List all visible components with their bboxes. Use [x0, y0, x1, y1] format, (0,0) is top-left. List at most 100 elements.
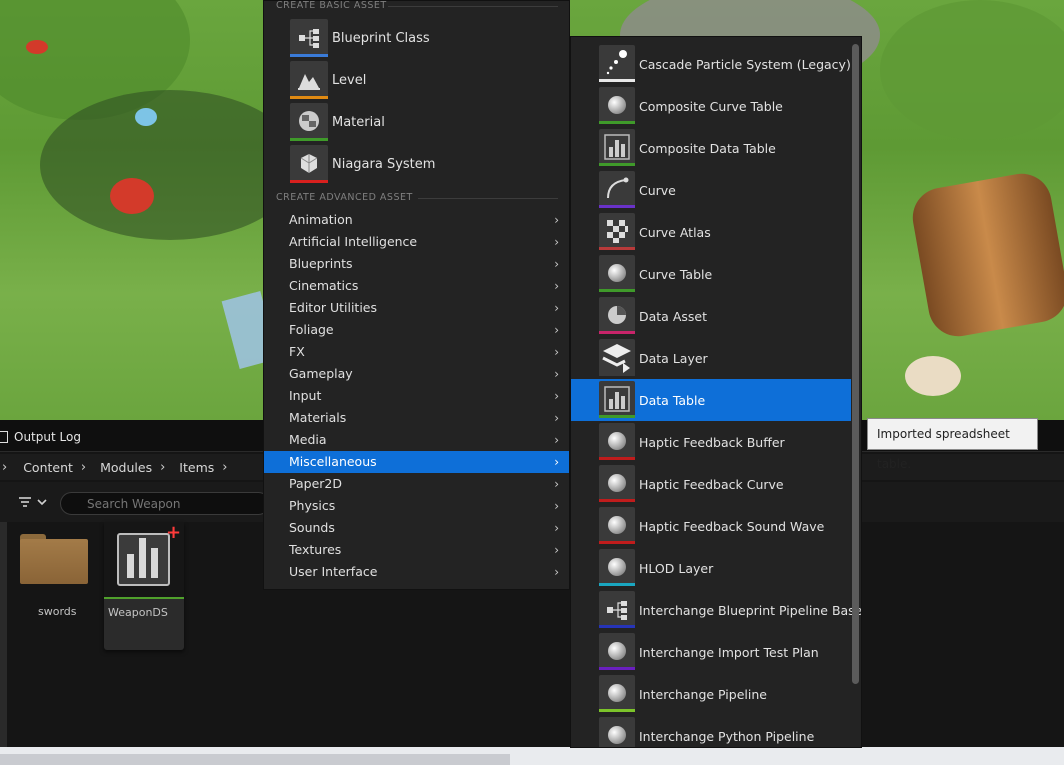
submenu-item-hlod-layer[interactable]: HLOD Layer — [571, 547, 851, 589]
output-log-icon — [0, 431, 8, 443]
asset-sphere-icon — [599, 507, 635, 544]
submenu-item-haptic-feedback-buffer[interactable]: Haptic Feedback Buffer — [571, 421, 851, 463]
asset-tile-weaponds[interactable]: + WeaponDS — [104, 522, 184, 650]
chevron-right-icon: › — [554, 235, 559, 249]
menu-item-media[interactable]: Media › — [264, 429, 569, 451]
submenu-item-composite-curve-table[interactable]: Composite Curve Table — [571, 85, 851, 127]
filter-button[interactable] — [18, 495, 52, 511]
asset-sphere-icon — [599, 549, 635, 586]
search-input[interactable] — [60, 492, 270, 515]
menu-item-label: Textures — [289, 542, 342, 557]
asset-sphere-icon — [599, 465, 635, 502]
menu-item-artificial-intelligence[interactable]: Artificial Intelligence › — [264, 231, 569, 253]
submenu-item-data-asset[interactable]: Data Asset — [571, 295, 851, 337]
menu-item-editor-utilities[interactable]: Editor Utilities › — [264, 297, 569, 319]
menu-item-level[interactable]: Level — [290, 59, 560, 101]
submenu-item-curve-atlas[interactable]: Curve Atlas — [571, 211, 851, 253]
menu-item-paper2d[interactable]: Paper2D › — [264, 473, 569, 495]
chevron-right-icon: › — [554, 521, 559, 535]
chevron-right-icon: › — [554, 323, 559, 337]
menu-item-user-interface[interactable]: User Interface › — [264, 561, 569, 583]
menu-item-physics[interactable]: Physics › — [264, 495, 569, 517]
chevron-right-icon: › — [2, 459, 8, 475]
data-table-icon — [599, 381, 635, 418]
menu-item-sounds[interactable]: Sounds › — [264, 517, 569, 539]
chevron-right-icon: › — [554, 367, 559, 381]
particle-icon — [599, 45, 635, 82]
horizontal-scrollbar[interactable] — [0, 747, 1064, 765]
submenu-item-label: HLOD Layer — [639, 560, 714, 576]
blueprint-icon — [290, 19, 328, 57]
submenu-item-data-table[interactable]: Data Table — [571, 379, 851, 421]
submenu-item-interchange-pipeline[interactable]: Interchange Pipeline — [571, 673, 851, 715]
menu-item-input[interactable]: Input › — [264, 385, 569, 407]
breadcrumb-modules[interactable]: Modules — [86, 460, 160, 475]
submenu-item-interchange-blueprint-pipeline-base[interactable]: Interchange Blueprint Pipeline Base — [571, 589, 861, 631]
asset-sphere-icon — [599, 255, 635, 292]
section-basic-asset: CREATE BASIC ASSET — [276, 0, 387, 11]
section-advanced-asset: CREATE ADVANCED ASSET — [276, 192, 413, 203]
breadcrumb-items[interactable]: Items — [165, 460, 222, 475]
chevron-right-icon: › — [554, 543, 559, 557]
folder-swords[interactable] — [20, 534, 88, 584]
menu-item-textures[interactable]: Textures › — [264, 539, 569, 561]
submenu-item-curve[interactable]: Curve — [571, 169, 851, 211]
submenu-item-interchange-import-test-plan[interactable]: Interchange Import Test Plan — [571, 631, 851, 673]
menu-item-miscellaneous[interactable]: Miscellaneous › — [264, 451, 569, 473]
menu-item-label: Physics — [289, 498, 336, 513]
menu-item-material[interactable]: Material — [290, 101, 560, 143]
submenu-item-interchange-python-pipeline[interactable]: Interchange Python Pipeline — [571, 715, 851, 747]
submenu-item-label: Curve Atlas — [639, 224, 711, 240]
menu-item-gameplay[interactable]: Gameplay › — [264, 363, 569, 385]
tooltip: Imported spreadsheet table. — [867, 418, 1038, 471]
material-icon — [290, 103, 328, 141]
level-icon — [290, 61, 328, 99]
menu-item-label: Blueprint Class — [332, 30, 430, 46]
breadcrumb-content[interactable]: Content — [7, 460, 81, 475]
menu-item-fx[interactable]: FX › — [264, 341, 569, 363]
menu-item-foliage[interactable]: Foliage › — [264, 319, 569, 341]
submenu-item-haptic-feedback-sound-wave[interactable]: Haptic Feedback Sound Wave — [571, 505, 851, 547]
menu-item-label: Media — [289, 432, 327, 447]
chevron-right-icon: › — [222, 459, 228, 475]
menu-item-label: Foliage — [289, 322, 334, 337]
menu-item-label: Material — [332, 114, 385, 130]
editor-window: Output Log › Content › Modules › Items › — [0, 0, 1064, 765]
menu-item-label: Blueprints — [289, 256, 353, 271]
menu-item-blueprints[interactable]: Blueprints › — [264, 253, 569, 275]
pie-icon — [599, 297, 635, 334]
menu-item-label: Sounds — [289, 520, 335, 535]
submenu-item-cascade-particle-system[interactable]: Cascade Particle System (Legacy) — [571, 43, 851, 85]
chevron-right-icon: › — [554, 411, 559, 425]
menu-item-niagara-system[interactable]: Niagara System — [290, 143, 560, 185]
submenu-item-haptic-feedback-curve[interactable]: Haptic Feedback Curve — [571, 463, 851, 505]
submenu-item-label: Haptic Feedback Curve — [639, 476, 784, 492]
chevron-right-icon: › — [554, 279, 559, 293]
menu-item-label: Niagara System — [332, 156, 436, 172]
menu-item-animation[interactable]: Animation › — [264, 209, 569, 231]
menu-item-label: Materials — [289, 410, 347, 425]
submenu-item-label: Cascade Particle System (Legacy) — [639, 56, 851, 72]
menu-item-blueprint-class[interactable]: Blueprint Class — [290, 17, 560, 59]
submenu-scrollbar[interactable] — [852, 44, 859, 684]
menu-item-label: Cinematics — [289, 278, 359, 293]
menu-item-label: Input — [289, 388, 322, 403]
menu-item-label: Animation — [289, 212, 353, 227]
barrel-decor — [908, 168, 1064, 342]
chevron-right-icon: › — [554, 389, 559, 403]
asset-sphere-icon — [599, 423, 635, 460]
submenu-item-composite-data-table[interactable]: Composite Data Table — [571, 127, 851, 169]
submenu-item-label: Composite Curve Table — [639, 98, 783, 114]
menu-item-materials[interactable]: Materials › — [264, 407, 569, 429]
output-log-tab[interactable]: Output Log — [0, 427, 81, 447]
submenu-item-curve-table[interactable]: Curve Table — [571, 253, 851, 295]
submenu-item-data-layer[interactable]: Data Layer — [571, 337, 851, 379]
asset-name: WeaponDS — [108, 606, 168, 619]
menu-item-label: Miscellaneous — [289, 454, 377, 469]
submenu-item-label: Data Layer — [639, 350, 708, 366]
submenu-item-label: Interchange Import Test Plan — [639, 644, 819, 660]
mushroom-decor — [110, 178, 154, 214]
blueprint-icon — [599, 591, 635, 628]
sources-collapse-strip[interactable] — [0, 522, 7, 747]
menu-item-cinematics[interactable]: Cinematics › — [264, 275, 569, 297]
